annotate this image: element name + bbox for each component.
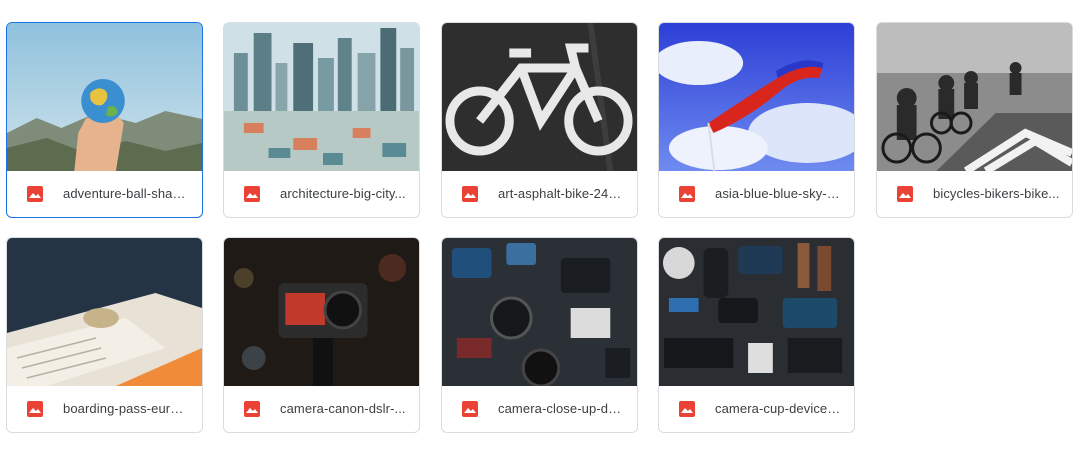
file-footer: art-asphalt-bike-248... <box>442 170 637 217</box>
file-footer: camera-close-up-de... <box>442 385 637 432</box>
file-footer: camera-cup-device-... <box>659 385 854 432</box>
file-footer: asia-blue-blue-sky-9... <box>659 170 854 217</box>
file-card-asia-blue-sky[interactable]: asia-blue-blue-sky-9... <box>658 22 855 218</box>
thumbnail-image <box>442 238 637 386</box>
file-footer: bicycles-bikers-bike... <box>877 170 1072 217</box>
thumbnail-image <box>659 23 854 171</box>
file-footer: architecture-big-city... <box>224 170 419 217</box>
thumbnail-image <box>659 238 854 386</box>
file-name: asia-blue-blue-sky-9... <box>715 186 842 201</box>
file-name: camera-cup-device-... <box>715 401 842 416</box>
thumbnail-image <box>442 23 637 171</box>
file-name: art-asphalt-bike-248... <box>498 186 625 201</box>
file-footer: camera-canon-dslr-... <box>224 385 419 432</box>
file-name: adventure-ball-shap... <box>63 186 190 201</box>
image-file-icon <box>244 400 260 417</box>
file-card-architecture-big-city[interactable]: architecture-big-city... <box>223 22 420 218</box>
thumbnail-image <box>7 23 202 171</box>
file-card-camera-close-up[interactable]: camera-close-up-de... <box>441 237 638 433</box>
file-card-boarding-pass[interactable]: boarding-pass-euro-... <box>6 237 203 433</box>
image-file-icon <box>462 185 478 202</box>
thumbnail-image <box>877 23 1072 171</box>
file-name: boarding-pass-euro-... <box>63 401 190 416</box>
file-name: camera-close-up-de... <box>498 401 625 416</box>
image-file-icon <box>27 185 43 202</box>
file-name: architecture-big-city... <box>280 186 406 201</box>
file-name: camera-canon-dslr-... <box>280 401 406 416</box>
file-card-adventure-ball[interactable]: adventure-ball-shap... <box>6 22 203 218</box>
image-file-icon <box>897 185 913 202</box>
image-file-icon <box>679 185 695 202</box>
image-file-icon <box>27 400 43 417</box>
image-file-icon <box>679 400 695 417</box>
thumbnail-image <box>224 23 419 171</box>
file-footer: boarding-pass-euro-... <box>7 385 202 432</box>
file-name: bicycles-bikers-bike... <box>933 186 1060 201</box>
file-footer: adventure-ball-shap... <box>7 170 202 217</box>
file-card-art-asphalt-bike[interactable]: art-asphalt-bike-248... <box>441 22 638 218</box>
file-card-camera-cup-device[interactable]: camera-cup-device-... <box>658 237 855 433</box>
thumbnail-image <box>7 238 202 386</box>
file-card-bicycles-bikers[interactable]: bicycles-bikers-bike... <box>876 22 1073 218</box>
thumbnail-image <box>224 238 419 386</box>
image-file-icon <box>462 400 478 417</box>
file-card-camera-canon-dslr[interactable]: camera-canon-dslr-... <box>223 237 420 433</box>
image-file-icon <box>244 185 260 202</box>
file-grid: adventure-ball-shap... architecture-big-… <box>0 0 1087 449</box>
